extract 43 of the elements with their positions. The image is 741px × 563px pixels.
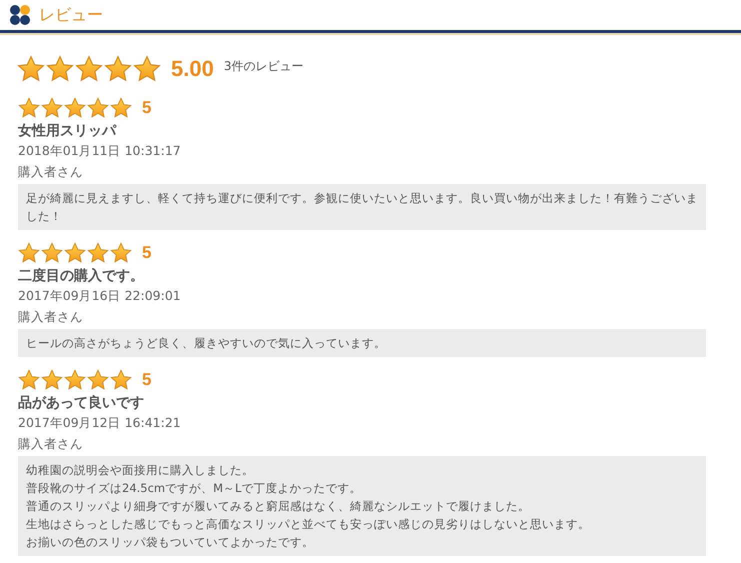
star-icon [110,242,132,264]
review-date: 2017年09月16日 22:09:01 [18,287,182,305]
review-count: 3件のレビュー [224,58,304,74]
star-icon [64,369,86,391]
star-icon [17,55,45,83]
rating-value: 5 [142,243,152,263]
star-icon [46,55,74,83]
star-icon [41,369,63,391]
star-icon [41,242,63,264]
reviewer-name: 購入者さん [18,435,84,453]
star-icon [133,55,161,83]
review-text: 普段靴のサイズは24.5cmですが、M～Lで丁度よかったです。 [26,480,362,497]
star-icon [18,97,40,119]
review-text: 生地はさらっとした感じでもっと高価なスリッパと並べても安っぽい感じの見劣りはしないと思います。 [26,516,591,533]
star-icon [87,97,109,119]
star-icon [41,97,63,119]
review-title: 女性用スリッパ [18,122,118,140]
average-score: 5.00 [171,56,214,82]
star-icon [64,97,86,119]
review-text: ヒールの高さがちょうど良く、履きやすいので気に入っています。 [26,335,387,352]
review-title: 品があって良いです [18,394,145,412]
star-icon [110,97,132,119]
review-text: 幼稚園の説明会や面接用に購入しました。 [26,462,255,479]
star-icon [75,55,103,83]
logo-icon [9,4,31,26]
section-title: レビュー [39,4,103,26]
rating-value: 5 [142,98,152,118]
review-date: 2017年09月12日 16:41:21 [18,414,182,432]
review-date: 2018年01月11日 10:31:17 [18,142,182,160]
rating-value: 5 [142,370,152,390]
star-icon [110,369,132,391]
star-icon [87,242,109,264]
reviewer-name: 購入者さん [18,308,84,326]
star-icon [64,242,86,264]
star-icon [18,242,40,264]
review-text: お揃いの色のスリッパ袋もついていてよかったです。 [26,534,315,551]
star-icon [18,369,40,391]
star-icon [87,369,109,391]
review-title: 二度目の購入です。 [18,267,145,285]
reviewer-name: 購入者さん [18,163,84,181]
review-text: 足が綺麗に見えますし、軽くて持ち運びに便利です。参観に使いたいと思います。良い買い物が出来ました！有難うございました！ [26,190,698,225]
star-icon [104,55,132,83]
review-text: 普通のスリッパより細身ですが履いてみると窮屈感はなく、綺麗なシルエットで履けました。 [26,498,531,515]
